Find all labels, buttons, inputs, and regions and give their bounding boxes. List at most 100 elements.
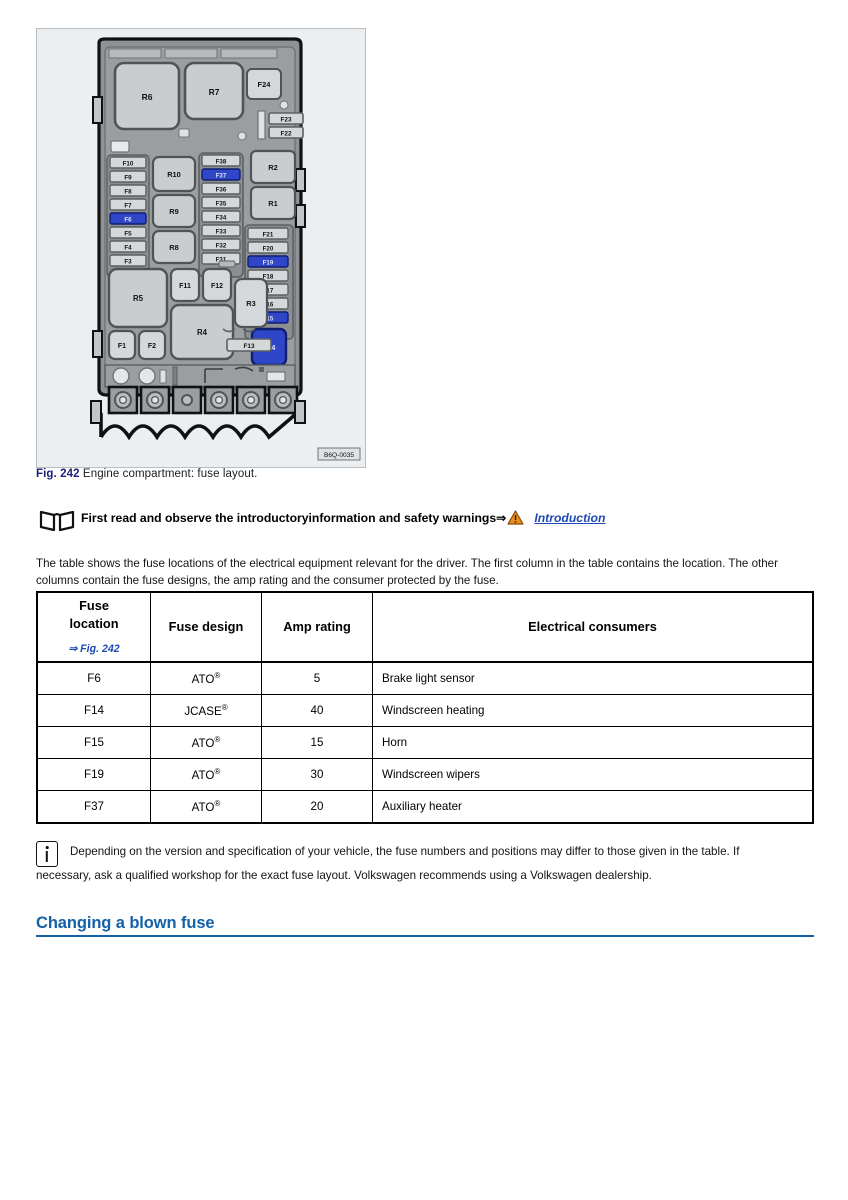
header-fuse-location-figref: ⇒ Fig. 242	[68, 642, 120, 655]
cell-amp-rating: 30	[261, 758, 373, 791]
header-fuse-location-line2: location	[69, 615, 119, 631]
figure-caption-text: Engine compartment: fuse layout.	[82, 468, 258, 480]
svg-text:B6Q-0035: B6Q-0035	[324, 452, 354, 459]
cell-amp-rating: 15	[261, 726, 373, 759]
open-book-icon	[38, 509, 76, 533]
svg-text:F21: F21	[263, 232, 274, 239]
fuse-design-name: ATO	[191, 800, 215, 814]
svg-text:F5: F5	[124, 231, 132, 238]
header-fuse-location-line1: Fuse	[79, 597, 109, 613]
read-first-note: First read and observe the introductoryi…	[36, 506, 816, 538]
cell-fuse-location: F14	[36, 694, 151, 727]
table-row: F15 ATO® 15 Horn	[36, 726, 814, 759]
svg-text:R4: R4	[197, 328, 208, 337]
svg-text:R8: R8	[169, 243, 178, 252]
fuse-table-body: F6 ATO® 5 Brake light sensor F14 JCASE® 40 Wind…	[36, 661, 814, 824]
info-note: Depending on the version and specificati…	[36, 840, 816, 888]
svg-text:F13: F13	[243, 343, 254, 350]
cell-fuse-location: F37	[36, 790, 151, 824]
section-heading-text: Changing a blown fuse	[36, 914, 215, 932]
read-first-arrow: ⇒	[496, 511, 507, 525]
fuse-design-name: JCASE	[184, 704, 222, 718]
cell-fuse-design: JCASE®	[150, 694, 262, 727]
cell-electrical-consumer: Horn	[372, 726, 814, 759]
table-row: F6 ATO® 5 Brake light sensor	[36, 661, 814, 695]
cell-electrical-consumer: Brake light sensor	[372, 661, 814, 695]
svg-text:F6: F6	[124, 217, 132, 224]
cell-fuse-design: ATO®	[150, 726, 262, 759]
introduction-cross-reference-link[interactable]: Introduction	[534, 511, 605, 525]
cell-electrical-consumer: Windscreen wipers	[372, 758, 814, 791]
svg-text:F20: F20	[263, 246, 274, 253]
svg-text:R3: R3	[246, 299, 255, 308]
document-page: R6 R7 F24 F23 F22 F10 F9 F8 F7 F6 F5 F4 …	[0, 0, 848, 1200]
cell-fuse-design: ATO®	[150, 661, 262, 695]
section-heading-changing-a-blown-fuse: Changing a blown fuse	[36, 914, 814, 937]
svg-text:F23: F23	[280, 117, 291, 124]
registered-mark: ®	[221, 703, 228, 713]
svg-text:F4: F4	[124, 245, 132, 252]
figure-fuse-layout: R6 R7 F24 F23 F22 F10 F9 F8 F7 F6 F5 F4 …	[36, 28, 366, 468]
registered-mark: ®	[214, 735, 221, 745]
svg-text:R9: R9	[169, 207, 178, 216]
svg-text:F38: F38	[216, 159, 227, 166]
registered-mark: ®	[214, 671, 221, 681]
table-row: F19 ATO® 30 Windscreen wipers	[36, 758, 814, 791]
header-electrical-consumers: Electrical consumers	[372, 591, 814, 663]
svg-text:F36: F36	[216, 187, 227, 194]
svg-text:F34: F34	[216, 215, 227, 222]
fuse-box-diagram: R6 R7 F24 F23 F22 F10 F9 F8 F7 F6 F5 F4 …	[90, 37, 361, 461]
info-note-text: Depending on the version and specificati…	[36, 840, 816, 888]
registered-mark: ®	[214, 767, 221, 777]
cell-fuse-design: ATO®	[150, 758, 262, 791]
cell-fuse-location: F15	[36, 726, 151, 759]
svg-text:F7: F7	[124, 203, 132, 210]
cell-fuse-design: ATO®	[150, 790, 262, 824]
svg-text:R6: R6	[142, 92, 153, 102]
fuse-table: Fuse location ⇒ Fig. 242 Fuse design Amp…	[36, 591, 814, 824]
svg-text:R7: R7	[209, 87, 220, 97]
section-heading-rule	[36, 935, 814, 937]
fuse-design-name: ATO	[191, 736, 215, 750]
fuse-design-name: ATO	[191, 672, 215, 686]
table-row: F37 ATO® 20 Auxiliary heater	[36, 790, 814, 824]
header-fuse-location: Fuse location ⇒ Fig. 242	[36, 591, 151, 663]
svg-text:F37: F37	[216, 173, 227, 180]
read-first-label: First read and observe the introductoryi…	[81, 511, 497, 525]
cell-amp-rating: 40	[261, 694, 373, 727]
svg-text:R1: R1	[268, 199, 277, 208]
figure-number: Fig. 242	[36, 468, 80, 480]
svg-text:F35: F35	[216, 201, 227, 208]
svg-text:F1: F1	[118, 343, 126, 350]
svg-text:F24: F24	[258, 80, 272, 89]
svg-text:F32: F32	[216, 243, 227, 250]
svg-text:R2: R2	[268, 163, 277, 172]
svg-text:F12: F12	[211, 283, 223, 290]
read-first-text-line: First read and observe the introductoryi…	[81, 510, 605, 528]
cell-amp-rating: 5	[261, 661, 373, 695]
cell-electrical-consumer: Windscreen heating	[372, 694, 814, 727]
warning-triangle-icon	[507, 510, 524, 528]
cell-fuse-location: F6	[36, 661, 151, 695]
svg-text:R5: R5	[133, 294, 144, 303]
svg-text:F9: F9	[124, 175, 132, 182]
information-icon	[36, 841, 58, 867]
cell-electrical-consumer: Auxiliary heater	[372, 790, 814, 824]
figure-caption: Fig. 242 Engine compartment: fuse layout…	[36, 468, 257, 480]
info-note-line2: necessary, ask a qualified workshop for …	[36, 869, 652, 882]
info-note-line1: Depending on the version and specificati…	[70, 845, 740, 858]
svg-text:F22: F22	[280, 131, 291, 138]
svg-text:F2: F2	[148, 343, 156, 350]
table-row: F14 JCASE® 40 Windscreen heating	[36, 694, 814, 727]
cell-amp-rating: 20	[261, 790, 373, 824]
figure-image-code: B6Q-0035	[317, 447, 361, 461]
svg-text:R10: R10	[167, 170, 181, 179]
table-header-row: Fuse location ⇒ Fig. 242 Fuse design Amp…	[36, 591, 814, 663]
header-amp-rating: Amp rating	[261, 591, 373, 663]
cell-fuse-location: F19	[36, 758, 151, 791]
intro-paragraph: The table shows the fuse locations of th…	[36, 556, 778, 588]
svg-text:F11: F11	[179, 283, 191, 290]
fuse-design-name: ATO	[191, 768, 215, 782]
svg-text:F19: F19	[263, 260, 274, 267]
registered-mark: ®	[214, 799, 221, 809]
